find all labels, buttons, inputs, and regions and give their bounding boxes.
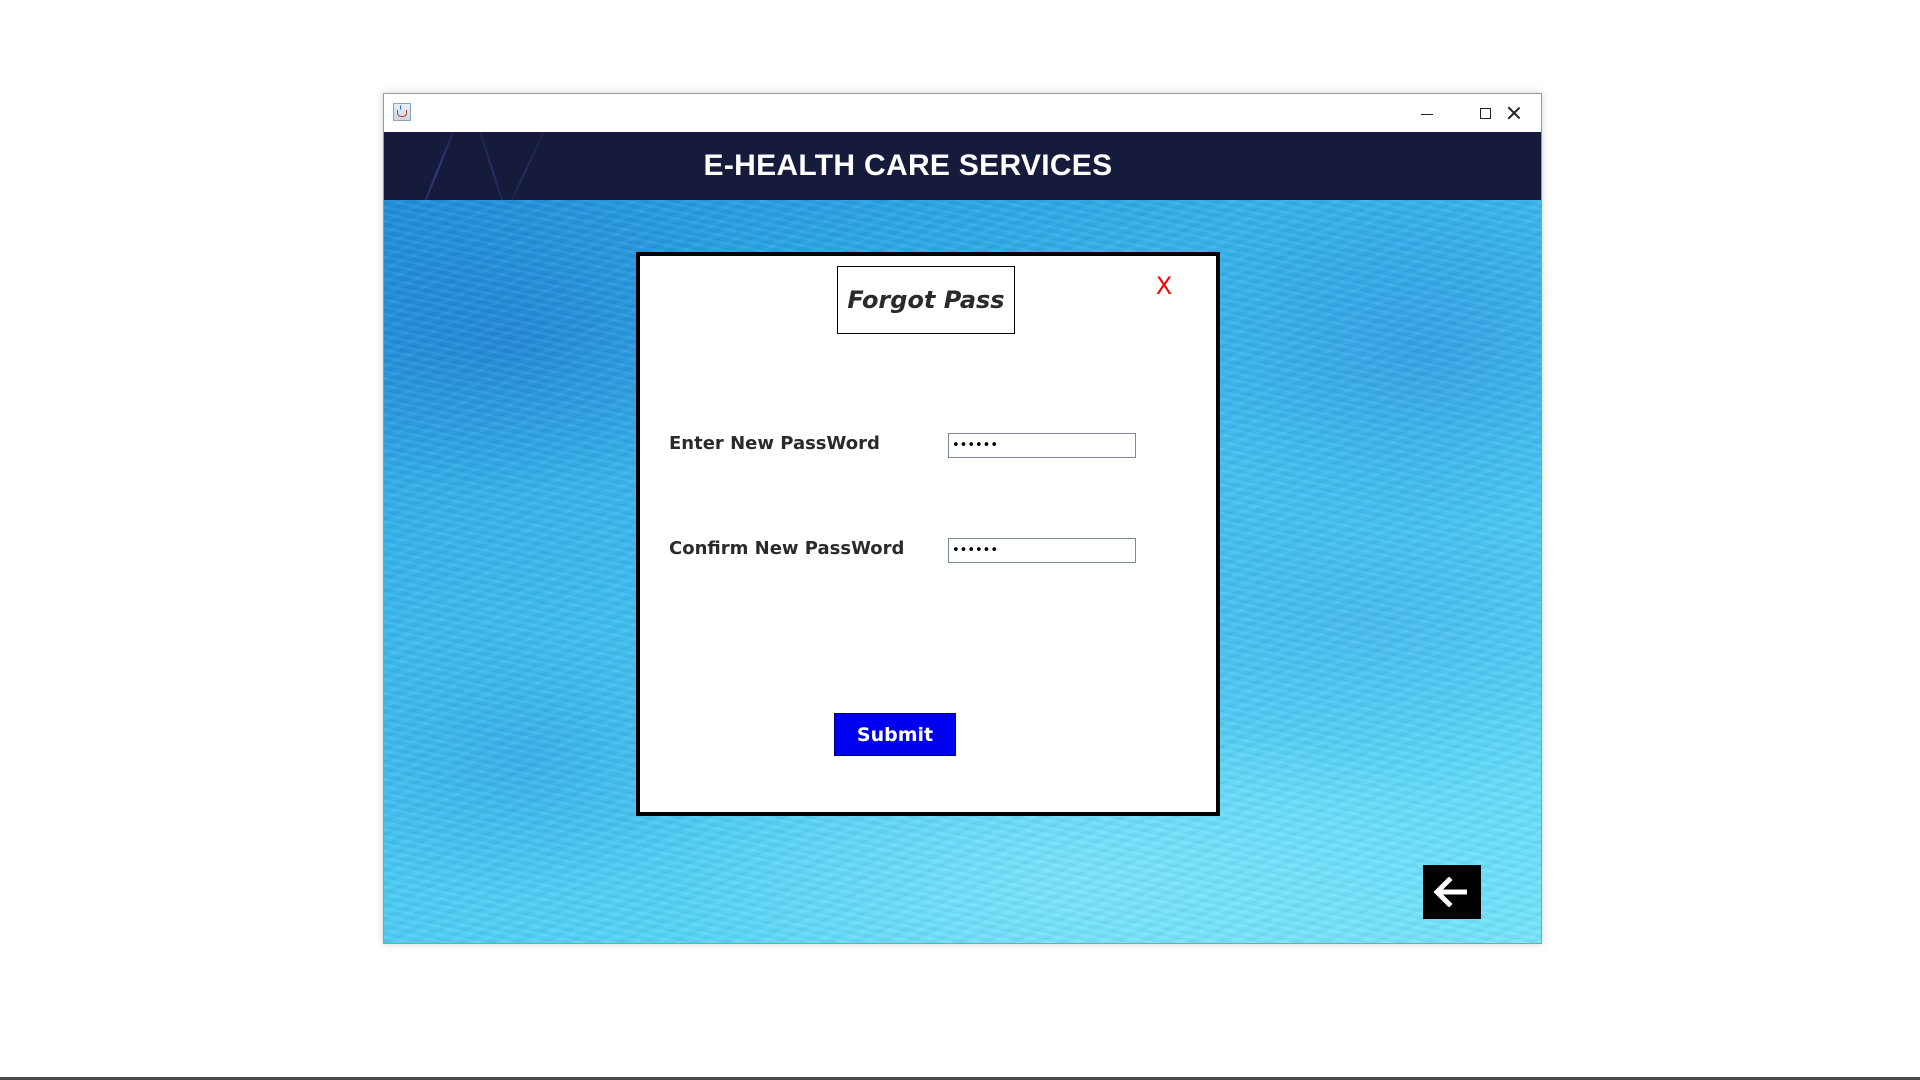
back-button[interactable]	[1423, 865, 1481, 919]
confirm-password-field[interactable]	[948, 538, 1136, 563]
confirm-password-label: Confirm New PassWord	[669, 538, 905, 559]
java-cup-icon	[393, 103, 411, 121]
window-close-button[interactable]	[1485, 94, 1541, 132]
close-icon	[1507, 106, 1521, 120]
minimize-button[interactable]	[1398, 94, 1456, 132]
arrow-left-icon	[1433, 877, 1467, 907]
title-bar[interactable]	[384, 94, 1541, 132]
forgot-password-panel: Forgot Pass X Enter New PassWord Confirm…	[636, 252, 1220, 816]
new-password-field[interactable]	[948, 433, 1136, 458]
minimize-icon	[1421, 113, 1433, 115]
header-banner: E-HEALTH CARE SERVICES	[384, 132, 1541, 200]
desktop: E-HEALTH CARE SERVICES Forgot Pass X Ent…	[0, 0, 1920, 1080]
panel-title: Forgot Pass	[837, 266, 1015, 334]
app-title: E-HEALTH CARE SERVICES	[703, 149, 1113, 182]
panel-close-button[interactable]: X	[1150, 270, 1178, 302]
new-password-label: Enter New PassWord	[669, 433, 880, 454]
app-window: E-HEALTH CARE SERVICES Forgot Pass X Ent…	[383, 93, 1542, 944]
submit-button[interactable]: Submit	[834, 713, 956, 756]
